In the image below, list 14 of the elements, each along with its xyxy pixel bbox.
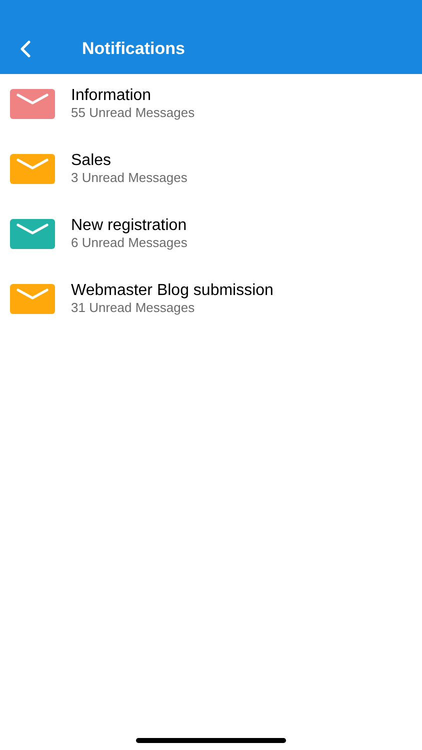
unread-count: 6 Unread Messages	[71, 235, 188, 251]
notification-item[interactable]: Webmaster Blog submission 31 Unread Messages	[0, 269, 422, 334]
unread-count: 31 Unread Messages	[71, 300, 195, 316]
unread-count: 3 Unread Messages	[71, 170, 188, 186]
item-title: Sales	[71, 151, 112, 170]
item-title: Webmaster Blog submission	[71, 281, 274, 300]
notification-item[interactable]: Sales 3 Unread Messages	[0, 139, 422, 204]
screen-title: Notifications	[82, 38, 185, 60]
unread-count: 55 Unread Messages	[71, 105, 195, 121]
notification-item[interactable]: New registration 6 Unread Messages	[0, 204, 422, 269]
back-icon	[19, 40, 31, 58]
item-title: New registration	[71, 216, 187, 235]
item-title: Information	[71, 86, 152, 105]
notification-item[interactable]: Information 55 Unread Messages	[0, 74, 422, 139]
